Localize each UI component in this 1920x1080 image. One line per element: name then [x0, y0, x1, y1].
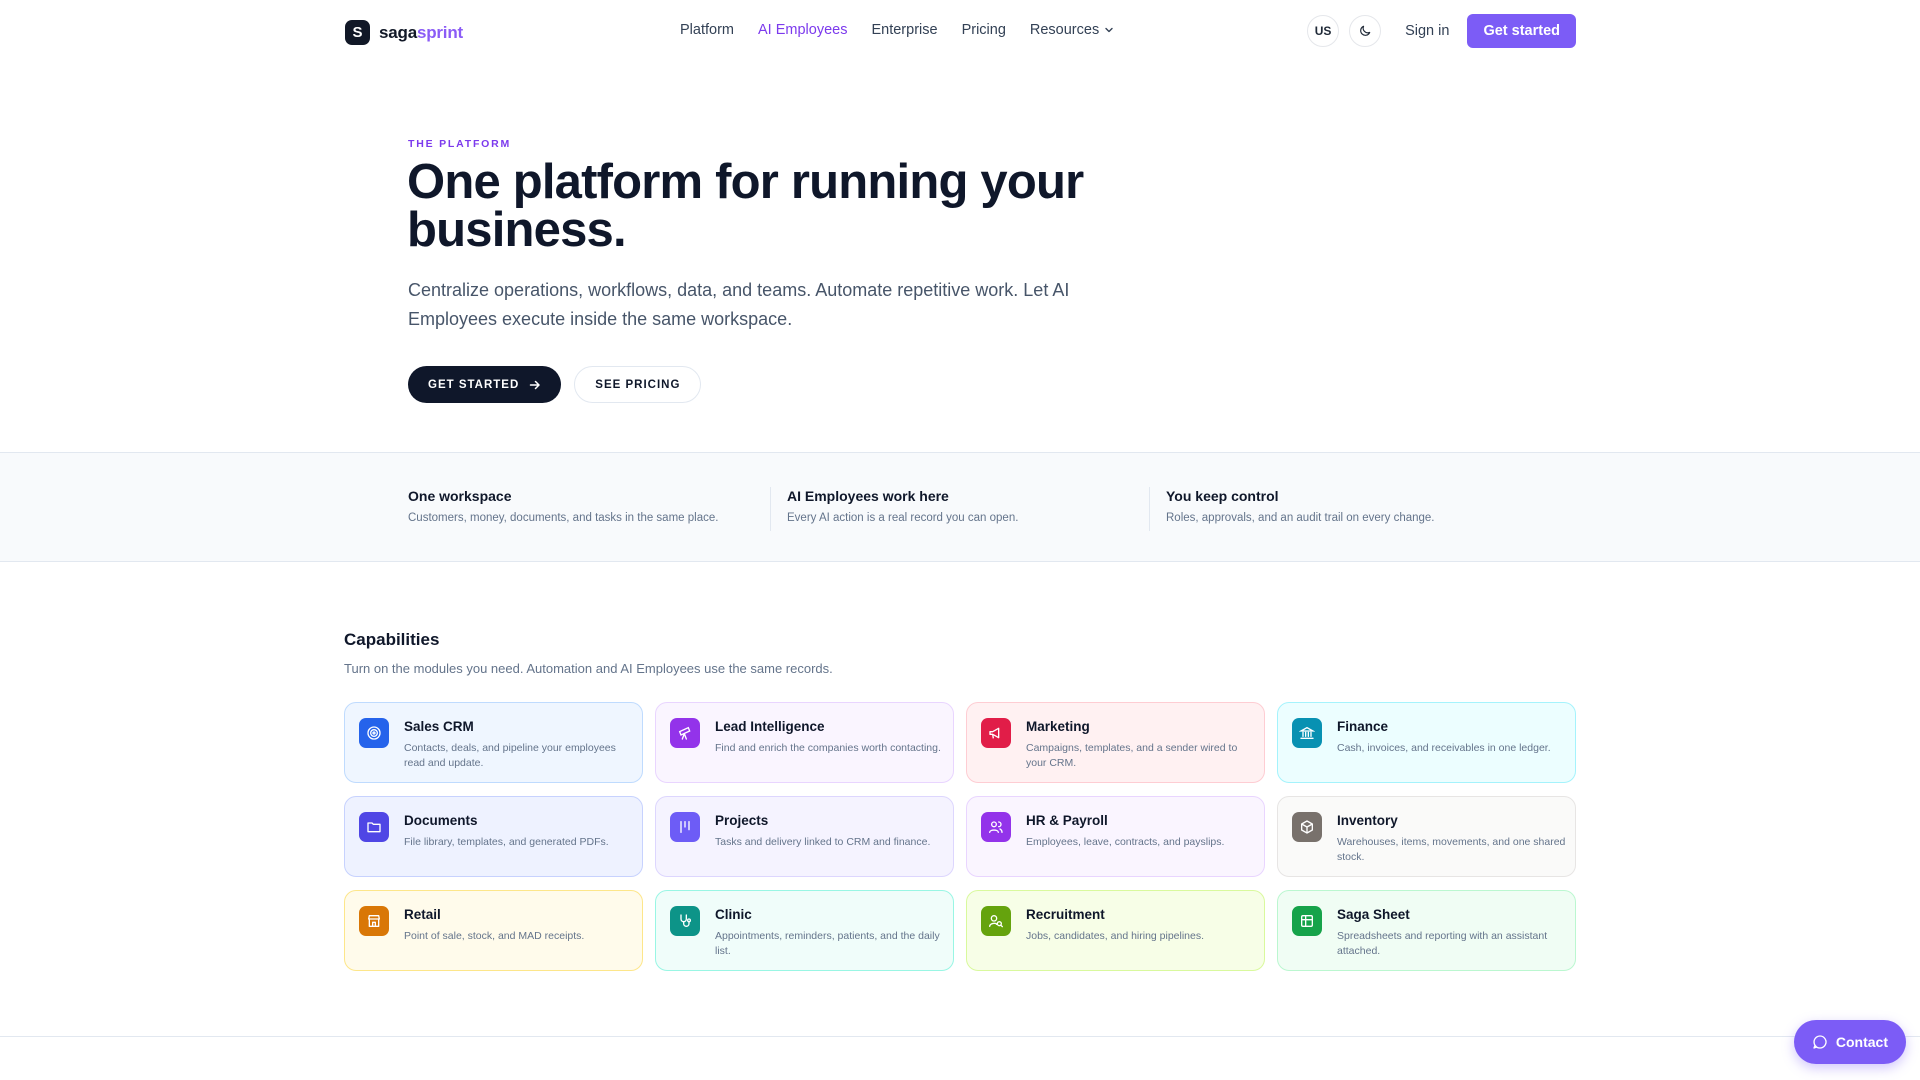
- see-pricing-button[interactable]: SEE PRICING: [574, 366, 702, 403]
- card-desc: Campaigns, templates, and a sender wired…: [1026, 742, 1238, 769]
- bank-icon: [1292, 718, 1322, 748]
- card-sales-crm[interactable]: Sales CRM Contacts, deals, and pipeline …: [344, 702, 643, 783]
- feature-title: AI Employees work here: [787, 488, 949, 504]
- card-title: Marketing: [1026, 719, 1090, 734]
- logo-mark: S: [345, 20, 370, 45]
- card-retail[interactable]: Retail Point of sale, stock, and MAD rec…: [344, 890, 643, 971]
- card-desc: Tasks and delivery linked to CRM and fin…: [715, 836, 931, 848]
- chevron-down-icon: [1105, 27, 1113, 33]
- hero-get-started-button[interactable]: GET STARTED: [408, 366, 562, 403]
- card-title: Finance: [1337, 719, 1389, 734]
- logo[interactable]: S sagasprint: [345, 20, 463, 45]
- card-title: Recruitment: [1026, 907, 1105, 922]
- logo-text-right: sprint: [416, 22, 463, 42]
- nav-link-resources-label: Resources: [1029, 22, 1100, 38]
- chat-bubble-icon: [1813, 1035, 1827, 1049]
- card-title: Projects: [715, 813, 769, 828]
- top-navigation: S sagasprint Platform AI Employees Enter…: [0, 0, 1920, 64]
- theme-toggle[interactable]: [1349, 15, 1382, 47]
- feature-desc: Every AI action is a real record you can…: [787, 512, 1019, 524]
- card-projects[interactable]: Projects Tasks and delivery linked to CR…: [655, 796, 954, 877]
- card-desc: Find and enrich the companies worth cont…: [715, 742, 941, 754]
- box-icon: [1292, 812, 1322, 842]
- card-title: Documents: [404, 813, 478, 828]
- capabilities-subtitle: Turn on the modules you need. Automation…: [344, 661, 833, 676]
- feature-title: One workspace: [408, 488, 512, 504]
- nav-link-resources[interactable]: Resources: [1030, 22, 1114, 38]
- feature-item: AI Employees work here Every AI action i…: [787, 488, 1018, 524]
- card-title: Lead Intelligence: [715, 719, 825, 734]
- logo-text-left: saga: [379, 22, 417, 42]
- card-title: Clinic: [715, 907, 752, 922]
- card-documents[interactable]: Documents File library, templates, and g…: [344, 796, 643, 877]
- hero-subtitle: Centralize operations, workflows, data, …: [408, 280, 1070, 329]
- card-lead-intelligence[interactable]: Lead Intelligence Find and enrich the co…: [655, 702, 954, 783]
- card-saga-sheet[interactable]: Saga Sheet Spreadsheets and reporting wi…: [1277, 890, 1576, 971]
- target-icon: [359, 718, 389, 748]
- card-clinic[interactable]: Clinic Appointments, reminders, patients…: [655, 890, 954, 971]
- card-desc: File library, templates, and generated P…: [404, 836, 609, 848]
- locale-button[interactable]: US: [1307, 15, 1340, 47]
- folder-icon: [359, 812, 389, 842]
- card-desc: Appointments, reminders, patients, and t…: [715, 930, 940, 957]
- hero-title: One platform for running your business.: [407, 155, 1084, 257]
- logo-text: sagasprint: [379, 23, 463, 43]
- feature-item: You keep control Roles, approvals, and a…: [1166, 488, 1435, 524]
- card-title: Saga Sheet: [1337, 907, 1410, 922]
- card-marketing[interactable]: Marketing Campaigns, templates, and a se…: [966, 702, 1265, 783]
- nav-link-pricing[interactable]: Pricing: [962, 22, 1006, 38]
- capabilities-title: Capabilities: [344, 630, 440, 649]
- card-desc: Spreadsheets and reporting with an assis…: [1337, 930, 1548, 957]
- card-title: Retail: [404, 907, 441, 922]
- get-started-button[interactable]: Get started: [1467, 14, 1576, 48]
- card-inventory[interactable]: Inventory Warehouses, items, movements, …: [1277, 796, 1576, 877]
- hero-get-started-label: GET STARTED: [428, 378, 520, 391]
- feature-strip: One workspace Customers, money, document…: [0, 452, 1920, 562]
- card-title: Sales CRM: [404, 719, 474, 734]
- moon-icon: [1360, 25, 1371, 36]
- nav-actions: US Sign in Get started: [1307, 14, 1576, 48]
- kanban-icon: [670, 812, 700, 842]
- arrow-right-icon: [530, 380, 541, 389]
- feature-item: One workspace Customers, money, document…: [408, 488, 718, 524]
- feature-divider: [1149, 487, 1150, 531]
- hero-buttons: GET STARTED SEE PRICING: [408, 366, 702, 403]
- card-hr-payroll[interactable]: HR & Payroll Employees, leave, contracts…: [966, 796, 1265, 877]
- card-desc: Contacts, deals, and pipeline your emplo…: [404, 742, 616, 769]
- card-title: HR & Payroll: [1026, 813, 1108, 828]
- card-desc: Warehouses, items, movements, and one sh…: [1337, 836, 1566, 863]
- stethoscope-icon: [670, 906, 700, 936]
- section-divider: [0, 1036, 1920, 1037]
- card-desc: Cash, invoices, and receivables in one l…: [1337, 742, 1551, 754]
- nav-link-platform[interactable]: Platform: [680, 22, 734, 38]
- sign-in-link[interactable]: Sign in: [1405, 23, 1449, 39]
- telescope-icon: [670, 718, 700, 748]
- store-icon: [359, 906, 389, 936]
- hero-eyebrow: THE PLATFORM: [408, 138, 512, 150]
- nav-link-enterprise[interactable]: Enterprise: [871, 22, 937, 38]
- contact-button-label: Contact: [1835, 1034, 1888, 1050]
- feature-desc: Roles, approvals, and an audit trail on …: [1166, 512, 1435, 524]
- card-desc: Point of sale, stock, and MAD receipts.: [404, 930, 585, 942]
- nav-link-ai-employees[interactable]: AI Employees: [758, 22, 847, 38]
- user-search-icon: [981, 906, 1011, 936]
- card-desc: Jobs, candidates, and hiring pipelines.: [1026, 930, 1205, 942]
- card-recruitment[interactable]: Recruitment Jobs, candidates, and hiring…: [966, 890, 1265, 971]
- contact-button[interactable]: Contact: [1793, 1020, 1906, 1064]
- card-title: Inventory: [1337, 813, 1398, 828]
- feature-divider: [770, 487, 771, 531]
- megaphone-icon: [981, 718, 1011, 748]
- capabilities-grid: Sales CRM Contacts, deals, and pipeline …: [344, 702, 1576, 971]
- sheet-icon: [1292, 906, 1322, 936]
- nav-links: Platform AI Employees Enterprise Pricing…: [680, 22, 1114, 38]
- feature-desc: Customers, money, documents, and tasks i…: [408, 512, 719, 524]
- users-icon: [981, 812, 1011, 842]
- card-finance[interactable]: Finance Cash, invoices, and receivables …: [1277, 702, 1576, 783]
- feature-title: You keep control: [1166, 488, 1279, 504]
- card-desc: Employees, leave, contracts, and payslip…: [1026, 836, 1225, 848]
